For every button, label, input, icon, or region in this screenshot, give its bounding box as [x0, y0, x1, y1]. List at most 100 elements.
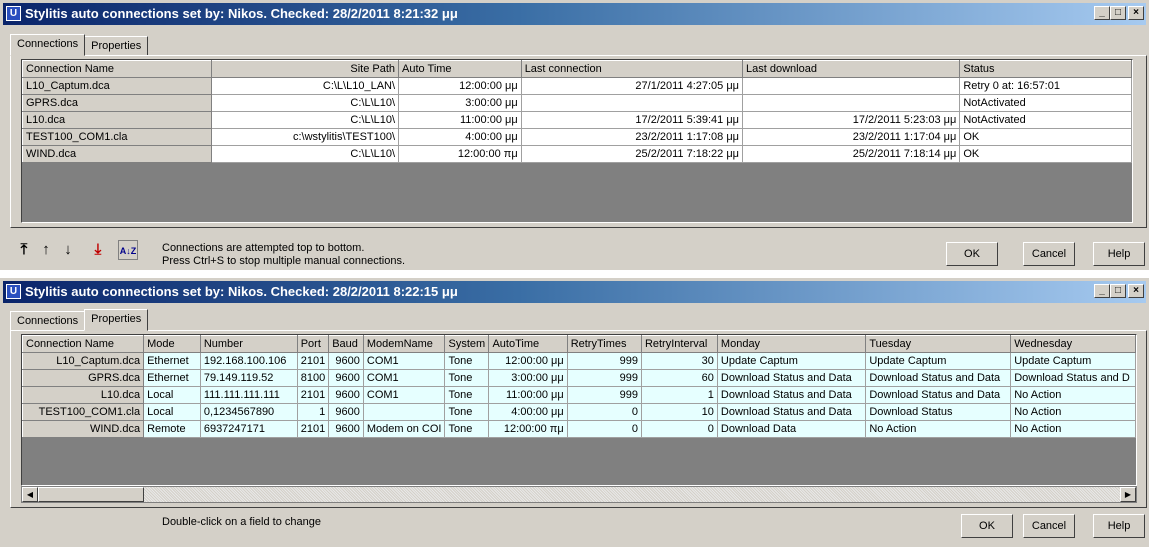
table-cell[interactable]: [521, 94, 744, 112]
col-header[interactable]: Connection Name: [22, 60, 212, 78]
properties-grid[interactable]: Connection Name Mode Number Port Baud Mo…: [21, 334, 1137, 486]
table-cell[interactable]: 3:00:00 μμ: [488, 369, 568, 387]
row-header[interactable]: L10.dca: [22, 111, 212, 129]
table-cell[interactable]: 9600: [328, 420, 364, 438]
col-header[interactable]: Number: [199, 335, 298, 353]
col-header[interactable]: Site Path: [210, 60, 400, 78]
table-cell[interactable]: 12:00:00 μμ: [488, 352, 568, 370]
table-cell[interactable]: 25/2/2011 7:18:22 μμ: [521, 145, 744, 163]
table-row[interactable]: L10.dca Local 111.111.111.111 2101 9600 …: [22, 386, 1136, 404]
minimize-icon[interactable]: _: [1094, 6, 1110, 20]
table-cell[interactable]: Download Status and D: [1010, 369, 1136, 387]
move-down-icon[interactable]: ↓: [58, 240, 78, 260]
col-header[interactable]: RetryTimes: [566, 335, 642, 353]
move-up-icon[interactable]: ↑: [36, 240, 56, 260]
row-header[interactable]: L10.dca: [22, 386, 145, 404]
close-icon[interactable]: ×: [1128, 6, 1144, 20]
table-row[interactable]: WIND.dca C:\L\L10\ 12:00:00 πμ 25/2/2011…: [22, 145, 1132, 163]
table-cell[interactable]: 1: [641, 386, 718, 404]
row-header[interactable]: TEST100_COM1.cla: [22, 403, 145, 421]
table-cell[interactable]: Tone: [444, 386, 490, 404]
table-cell[interactable]: Update Captum: [865, 352, 1012, 370]
table-cell[interactable]: C:\L\L10_LAN\: [211, 77, 400, 95]
row-header[interactable]: TEST100_COM1.cla: [22, 128, 212, 146]
table-cell[interactable]: C:\L\L10\: [211, 94, 400, 112]
ok-button[interactable]: OK: [961, 514, 1013, 538]
table-cell[interactable]: [742, 94, 961, 112]
table-cell[interactable]: 2101: [297, 386, 330, 404]
table-cell[interactable]: 12:00:00 μμ: [398, 77, 522, 95]
table-cell[interactable]: 0,1234567890: [200, 403, 298, 421]
table-cell[interactable]: 9600: [328, 386, 364, 404]
table-cell[interactable]: C:\L\L10\: [211, 145, 400, 163]
help-button[interactable]: Help: [1093, 242, 1145, 266]
title-bar[interactable]: U Stylitis auto connections set by: Niko…: [3, 3, 1146, 25]
move-bottom-icon[interactable]: ⤓: [88, 240, 108, 260]
minimize-icon[interactable]: _: [1094, 284, 1110, 298]
table-cell[interactable]: 4:00:00 μμ: [398, 128, 522, 146]
table-cell[interactable]: c:\wstylitis\TEST100\: [211, 128, 400, 146]
table-cell[interactable]: 27/1/2011 4:27:05 μμ: [521, 77, 744, 95]
table-cell[interactable]: Retry 0 at: 16:57:01: [959, 77, 1132, 95]
table-row[interactable]: L10_Captum.dca Ethernet 192.168.100.106 …: [22, 352, 1136, 370]
table-cell[interactable]: COM1: [363, 386, 446, 404]
col-header[interactable]: RetryInterval: [640, 335, 718, 353]
table-cell[interactable]: 30: [641, 352, 718, 370]
table-cell[interactable]: 9600: [328, 403, 364, 421]
maximize-icon[interactable]: □: [1110, 284, 1126, 298]
table-cell[interactable]: Ethernet: [143, 352, 201, 370]
col-header[interactable]: System: [444, 335, 490, 353]
col-header[interactable]: ModemName: [362, 335, 446, 353]
table-cell[interactable]: Tone: [444, 403, 490, 421]
table-cell[interactable]: Download Status and Data: [865, 369, 1012, 387]
tab-properties[interactable]: Properties: [84, 36, 149, 56]
table-cell[interactable]: Download Status and Data: [717, 369, 867, 387]
scroll-thumb[interactable]: [38, 487, 144, 502]
col-header[interactable]: Mode: [143, 335, 201, 353]
table-cell[interactable]: 11:00:00 μμ: [398, 111, 522, 129]
scroll-right-icon[interactable]: ▶: [1120, 487, 1136, 502]
table-cell[interactable]: [363, 403, 446, 421]
col-header[interactable]: Auto Time: [398, 60, 522, 78]
cancel-button[interactable]: Cancel: [1023, 242, 1075, 266]
scroll-left-icon[interactable]: ◀: [22, 487, 38, 502]
tab-connections[interactable]: Connections: [10, 311, 86, 331]
table-cell[interactable]: 3:00:00 μμ: [398, 94, 522, 112]
table-cell[interactable]: Remote: [143, 420, 201, 438]
table-cell[interactable]: 999: [567, 369, 642, 387]
col-header[interactable]: Baud: [328, 335, 364, 353]
table-cell[interactable]: Update Captum: [1010, 352, 1136, 370]
row-header[interactable]: GPRS.dca: [22, 369, 145, 387]
table-cell[interactable]: No Action: [1010, 403, 1136, 421]
table-cell[interactable]: 6937247171: [200, 420, 298, 438]
col-header[interactable]: Last download: [742, 60, 961, 78]
col-header[interactable]: Monday: [716, 335, 867, 353]
table-row[interactable]: TEST100_COM1.cla c:\wstylitis\TEST100\ 4…: [22, 128, 1132, 146]
table-cell[interactable]: 9600: [328, 369, 364, 387]
row-header[interactable]: GPRS.dca: [22, 94, 212, 112]
table-cell[interactable]: Download Status and Data: [717, 403, 867, 421]
table-cell[interactable]: 17/2/2011 5:23:03 μμ: [742, 111, 961, 129]
table-cell[interactable]: 12:00:00 πμ: [398, 145, 522, 163]
horizontal-scrollbar[interactable]: ◀ ▶: [21, 486, 1137, 503]
table-cell[interactable]: Local: [143, 386, 201, 404]
table-row[interactable]: TEST100_COM1.cla Local 0,1234567890 1 96…: [22, 403, 1136, 421]
help-button[interactable]: Help: [1093, 514, 1145, 538]
col-header[interactable]: Port: [296, 335, 330, 353]
table-row[interactable]: L10_Captum.dca C:\L\L10_LAN\ 12:00:00 μμ…: [22, 77, 1132, 95]
col-header[interactable]: Last connection: [520, 60, 744, 78]
ok-button[interactable]: OK: [946, 242, 998, 266]
table-cell[interactable]: 9600: [328, 352, 364, 370]
table-cell[interactable]: Download Status: [865, 403, 1012, 421]
title-bar[interactable]: U Stylitis auto connections set by: Niko…: [3, 281, 1146, 303]
table-cell[interactable]: 60: [641, 369, 718, 387]
tab-properties[interactable]: Properties: [84, 309, 149, 331]
table-cell[interactable]: 0: [567, 420, 642, 438]
table-row[interactable]: L10.dca C:\L\L10\ 11:00:00 μμ 17/2/2011 …: [22, 111, 1132, 129]
table-cell[interactable]: Tone: [444, 420, 490, 438]
row-header[interactable]: L10_Captum.dca: [22, 352, 145, 370]
table-cell[interactable]: [742, 77, 961, 95]
move-top-icon[interactable]: ⤒: [14, 240, 34, 260]
table-cell[interactable]: Update Captum: [717, 352, 867, 370]
table-cell[interactable]: 12:00:00 πμ: [488, 420, 568, 438]
